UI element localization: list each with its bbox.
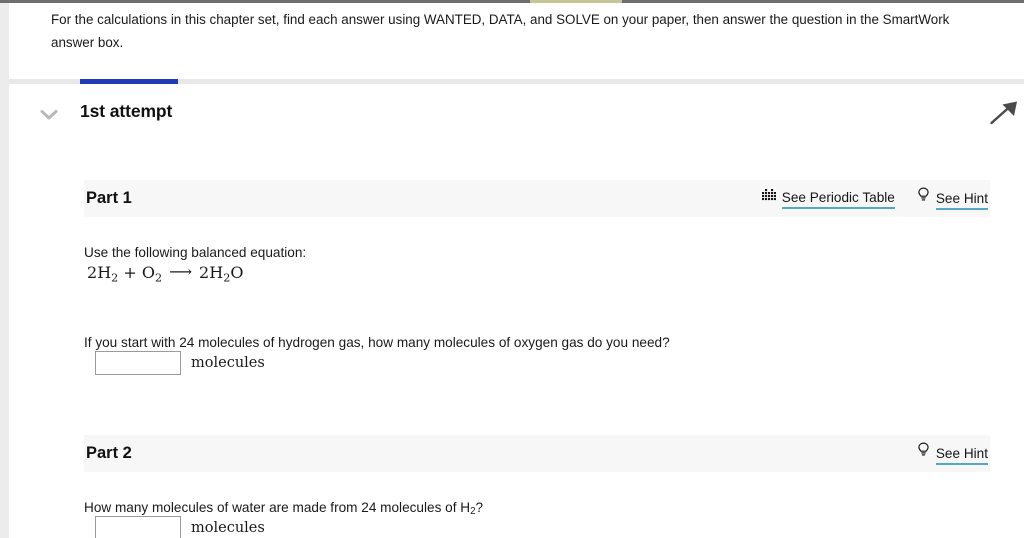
chapter-instructions: For the calculations in this chapter set…	[51, 12, 950, 50]
collapse-attempt-button[interactable]	[36, 104, 62, 126]
chevron-down-icon	[40, 109, 58, 121]
see-hint-label-part-1: See Hint	[935, 191, 988, 210]
see-hint-link-part-2[interactable]: See Hint	[917, 442, 988, 465]
eq-plus: +	[123, 263, 137, 282]
flag-arrow-icon[interactable]	[988, 98, 1022, 130]
eq-rhs-coef: 2	[199, 263, 210, 282]
part-1-question: If you start with 24 molecules of hydrog…	[84, 335, 670, 350]
see-hint-link-part-1[interactable]: See Hint	[917, 187, 988, 210]
see-periodic-table-label: See Periodic Table	[781, 190, 895, 209]
part-2-header-band: Part 2 See Hint	[84, 435, 990, 472]
lightbulb-icon	[917, 442, 930, 465]
eq-rhs-sym-1: H	[209, 263, 224, 282]
see-hint-label-part-2: See Hint	[935, 446, 988, 465]
periodic-table-icon	[761, 188, 776, 209]
eq-lhs-sym-2: O	[141, 263, 155, 282]
eq-arrow-icon: ⟶	[169, 262, 193, 281]
eq-lhs-coef-1: 2	[87, 263, 98, 282]
attempt-title: 1st attempt	[80, 101, 173, 121]
part-1-answer-row: molecules	[95, 351, 265, 375]
part-2-answer-unit: molecules	[191, 520, 265, 536]
part-2-answer-input[interactable]	[95, 516, 181, 538]
part-2-answer-row: molecules	[95, 516, 265, 538]
part-1-actions: See Periodic Table See Hint	[761, 187, 988, 210]
eq-lhs-sub-1: 2	[111, 271, 119, 285]
eq-lhs-sub-2: 2	[154, 271, 163, 285]
part-1-header-band: Part 1 See Periodic Table See Hint	[84, 180, 990, 217]
part-2-question-post: ?	[475, 500, 484, 515]
intro-card: For the calculations in this chapter set…	[9, 3, 1024, 78]
lightbulb-icon	[917, 187, 930, 210]
see-periodic-table-link[interactable]: See Periodic Table	[761, 188, 895, 209]
part-2-actions: See Hint	[917, 442, 988, 465]
eq-lhs-sym-1: H	[97, 263, 112, 282]
part-1-label: Part 1	[86, 189, 132, 207]
part-1-prompt: Use the following balanced equation:	[84, 245, 307, 260]
part-1-balanced-equation: 2H2 + O2 ⟶ 2H2O	[87, 262, 244, 285]
part-1-answer-unit: molecules	[191, 355, 265, 371]
smartwork-question-page: For the calculations in this chapter set…	[0, 0, 1024, 538]
part-2-label: Part 2	[86, 444, 132, 462]
eq-rhs-sym-2: O	[230, 263, 244, 282]
part-1-answer-input[interactable]	[95, 351, 181, 375]
left-gutter	[0, 3, 9, 538]
part-2-question-pre: How many molecules of water are made fro…	[84, 500, 471, 515]
